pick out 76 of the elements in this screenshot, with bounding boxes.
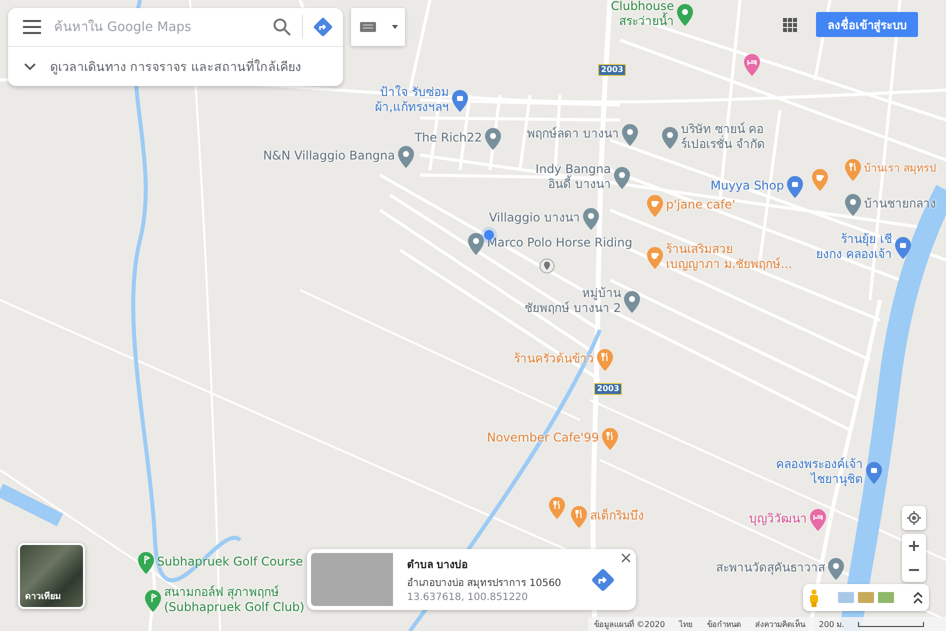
- map-pin-icon[interactable]: [485, 128, 501, 150]
- explore-nearby-toggle[interactable]: ดูเวลาเดินทาง การจราจร และสถานที่ใกล้เคียง: [8, 47, 343, 86]
- place-label[interactable]: Clubhouse สระว่ายน้ำ: [610, 0, 674, 29]
- map-pin-icon[interactable]: [647, 195, 663, 217]
- map-pin-icon[interactable]: [583, 208, 599, 230]
- map-marker-icon[interactable]: [539, 258, 555, 274]
- map-pin-icon[interactable]: [624, 291, 640, 313]
- map-pin-icon[interactable]: [810, 509, 826, 531]
- map-data-credit: ข้อมูลแผนที่ ©2020: [594, 618, 665, 630]
- place-label[interactable]: บุญวิวัฒนา: [749, 512, 807, 526]
- map-pin-icon[interactable]: [602, 428, 618, 450]
- place-label[interactable]: ร้านครัวต้นข้าว: [514, 352, 594, 366]
- apps-grid-icon[interactable]: [783, 18, 797, 32]
- place-title: ตำบล บางบ่อ: [407, 558, 469, 573]
- map-pin-icon[interactable]: [145, 590, 161, 612]
- place-address: อำเภอบางบ่อ สมุทรปราการ 10560: [407, 576, 562, 590]
- place-label[interactable]: Marco Polo Horse Riding: [487, 236, 632, 250]
- map-pin-icon[interactable]: [452, 90, 468, 112]
- place-label[interactable]: ร้านเสริมสวย เบญญาภา ม.ชัยพฤกษ์...: [666, 242, 792, 272]
- footer-link[interactable]: ข้อกำหนด: [706, 618, 741, 630]
- footer-link[interactable]: ไทย: [678, 618, 693, 630]
- scale-bar: [858, 622, 924, 626]
- chevron-up-icon[interactable]: [913, 592, 923, 604]
- plus-icon: [909, 541, 919, 551]
- place-label[interactable]: สะพานวัดสุคันธาวาส: [716, 560, 825, 576]
- map-pin-icon[interactable]: [468, 233, 484, 255]
- place-label[interactable]: คลองพระองค์เจ้า ไชยานุชิต: [776, 457, 863, 487]
- map-pin-icon[interactable]: [647, 247, 663, 269]
- map-pin-icon[interactable]: [787, 176, 803, 198]
- place-label[interactable]: N&N Villaggio Bangna: [263, 148, 395, 164]
- place-coordinates: 13.637618, 100.851220: [407, 592, 529, 603]
- road-shield: 2003: [598, 64, 626, 76]
- map-pin-icon[interactable]: [622, 124, 638, 146]
- place-label[interactable]: สนามกอล์ฟ สุภาพฤกษ์ (Subhapruek Golf Club): [164, 585, 304, 615]
- place-label[interactable]: ร้านยุ้ย เชี ยงกง คลองเจ้า: [816, 232, 892, 262]
- place-label[interactable]: พฤกษ์ลดา บางนา: [527, 126, 619, 142]
- caret-icon: [392, 25, 398, 29]
- sign-in-button[interactable]: ลงชื่อเข้าสู่ระบบ: [816, 12, 918, 37]
- map-pin-icon[interactable]: [866, 462, 882, 484]
- map-pin-icon[interactable]: [895, 237, 911, 259]
- my-location-icon: [907, 511, 921, 525]
- map-pin-icon[interactable]: [845, 159, 861, 181]
- map-pin-icon[interactable]: [138, 552, 154, 574]
- satellite-layer-button[interactable]: ดาวเทียม: [18, 543, 85, 609]
- my-location-button[interactable]: [902, 506, 926, 530]
- place-label[interactable]: Muyya Shop: [710, 178, 784, 194]
- map-pin-icon[interactable]: [677, 4, 693, 26]
- map-pin-icon[interactable]: [614, 167, 630, 189]
- map-pin-icon[interactable]: [571, 506, 587, 528]
- place-label[interactable]: ป้าใจ รับซ่อม ผ้า,แก้ทรงฯลฯ: [375, 85, 449, 115]
- place-label[interactable]: Villaggio บางนา: [488, 210, 580, 226]
- map-pin-icon[interactable]: [744, 54, 760, 76]
- map-pin-icon[interactable]: [828, 558, 844, 580]
- map-pin-icon[interactable]: [398, 146, 414, 168]
- map-pin-icon[interactable]: [662, 127, 678, 149]
- place-label[interactable]: The Rich22: [414, 130, 482, 146]
- place-label[interactable]: บ้านเรา สมุทรป: [864, 162, 936, 176]
- footer-link[interactable]: ส่งความคิดเห็น: [754, 618, 805, 630]
- pegman-icon[interactable]: [809, 588, 819, 606]
- chevron-down-icon: [24, 62, 36, 70]
- place-label[interactable]: Indy Bangna อินดี้ บางนา: [536, 162, 611, 192]
- place-label[interactable]: November Cafe'99: [486, 430, 599, 446]
- place-label[interactable]: p'jane cafe': [666, 198, 736, 212]
- scale-label: 200 ม.: [818, 618, 844, 630]
- place-label[interactable]: สเต็กริมบึง: [590, 508, 644, 524]
- place-label[interactable]: หมู่บ้าน ชัยพฤกษ์ บางนา 2: [524, 286, 621, 316]
- map-pin-icon[interactable]: [845, 194, 861, 216]
- close-icon[interactable]: [620, 552, 632, 564]
- minus-icon: [909, 569, 919, 571]
- map-pin-icon[interactable]: [597, 349, 613, 371]
- keyboard-icon: [360, 22, 376, 32]
- road-shield: 2003: [594, 383, 622, 395]
- map-pin-icon[interactable]: [812, 169, 828, 191]
- place-label[interactable]: Subhapruek Golf Course: [157, 554, 304, 570]
- map-pin-icon[interactable]: [549, 497, 565, 519]
- place-label[interactable]: บริษัท ซายน์ คอ ร์เปอเรชั่น จำกัด: [681, 122, 765, 152]
